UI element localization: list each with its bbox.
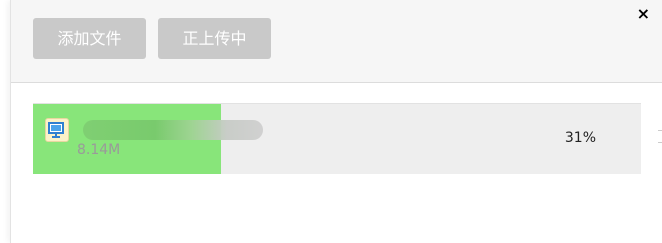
progress-percent: 31% [564, 130, 596, 146]
close-icon[interactable]: × [637, 4, 650, 24]
file-size: 8.14M [77, 142, 121, 158]
file-name-redaction [83, 120, 263, 140]
monitor-file-icon [45, 118, 69, 142]
uploading-button[interactable]: 正上传中 [158, 18, 271, 59]
divider [658, 142, 662, 155]
upload-dialog: 添加文件 正上传中 × 8.14M 31% [10, 0, 662, 243]
file-name [77, 118, 263, 142]
dialog-header: 添加文件 正上传中 × [11, 0, 662, 83]
file-list-item: 8.14M 31% [33, 103, 641, 174]
add-files-button[interactable]: 添加文件 [33, 18, 146, 59]
